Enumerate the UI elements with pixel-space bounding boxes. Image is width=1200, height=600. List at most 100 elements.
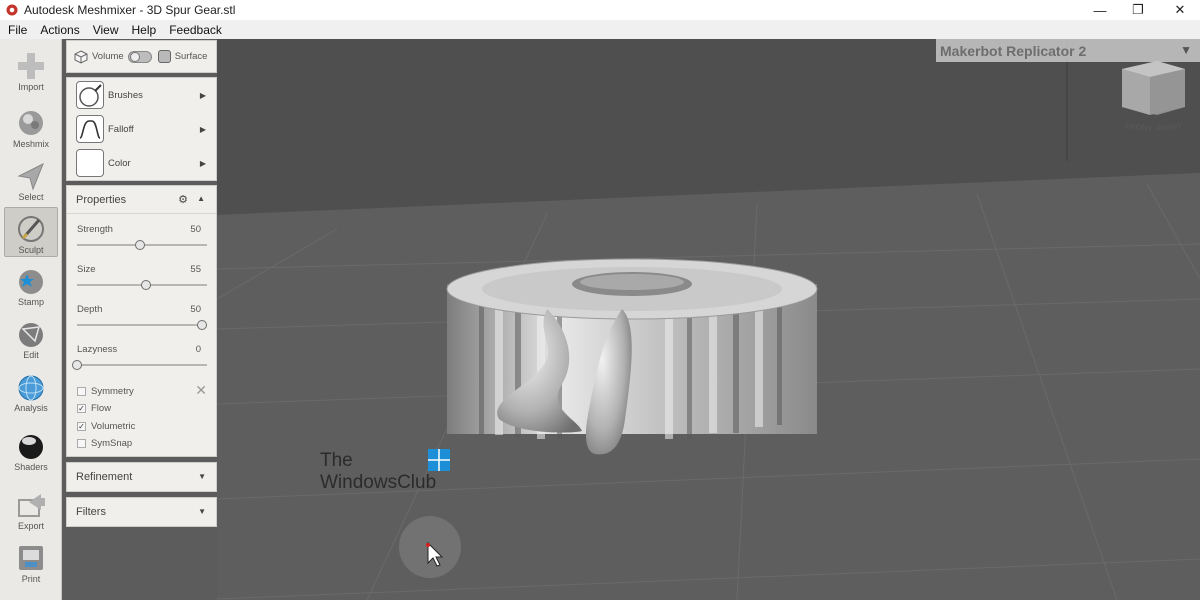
- checkbox-volumetric[interactable]: ✓ Volumetric: [77, 419, 135, 433]
- meshmixer-logo-icon: [6, 4, 18, 16]
- meshmix-button[interactable]: Meshmix: [4, 102, 58, 152]
- view-cube: [1122, 61, 1185, 115]
- chevron-down-icon: ▼: [198, 472, 206, 481]
- menu-view[interactable]: View: [93, 23, 119, 37]
- slider-value: 55: [190, 264, 201, 275]
- volume-surface-toggle[interactable]: [127, 50, 152, 63]
- checkbox-symsnap[interactable]: SymSnap: [77, 437, 132, 451]
- watermark-line1: The: [320, 450, 353, 471]
- print-button[interactable]: Print: [4, 537, 58, 587]
- filters-panel[interactable]: Filters ▼: [66, 497, 217, 527]
- printer-selector[interactable]: Makerbot Replicator 2 ▼: [936, 39, 1200, 62]
- checkbox-box[interactable]: [77, 386, 86, 396]
- slider-label: Depth: [77, 304, 103, 315]
- checkbox-label: Symmetry: [91, 385, 134, 397]
- volume-label: Volume: [92, 51, 124, 62]
- slider-track[interactable]: [77, 280, 207, 290]
- slider-track[interactable]: [72, 360, 207, 370]
- title-bar: Autodesk Meshmixer - 3D Spur Gear.stl — …: [0, 0, 1200, 20]
- watermark: The WindowsClub: [320, 450, 436, 494]
- menu-bar: File Actions View Help Feedback: [0, 20, 1200, 39]
- meshmix-icon: [19, 111, 43, 135]
- restore-button[interactable]: ❐: [1118, 0, 1158, 20]
- export-button[interactable]: Export: [4, 484, 58, 534]
- cursor-arrow-icon: [17, 162, 44, 191]
- slider-knob[interactable]: [134, 240, 145, 250]
- chevron-right-icon: ▶: [199, 90, 206, 100]
- slider-value: 0: [195, 344, 201, 355]
- watermark-line2: WindowsClub: [320, 472, 437, 493]
- export-icon: [18, 494, 45, 517]
- shaders-button[interactable]: Shaders: [4, 425, 58, 475]
- menu-help[interactable]: Help: [132, 23, 157, 37]
- gear-icon[interactable]: ⚙: [178, 193, 188, 206]
- collapse-up-icon[interactable]: ▲: [197, 194, 205, 203]
- symmetry-settings-icon[interactable]: ✕: [195, 382, 207, 399]
- 3d-viewport[interactable]: Makerbot Replicator 2 ▼ FRONT RIGHT: [217, 39, 1200, 600]
- checkbox-symmetry[interactable]: Symmetry: [77, 384, 134, 398]
- slider-knob[interactable]: [197, 320, 207, 330]
- menu-actions[interactable]: Actions: [40, 23, 79, 37]
- brush-icon: [18, 216, 44, 242]
- properties-title: Properties: [76, 194, 127, 206]
- minimize-button[interactable]: —: [1080, 0, 1120, 20]
- sculpt-button[interactable]: Sculpt: [4, 207, 58, 257]
- printer-icon: [19, 546, 43, 570]
- scene: [217, 39, 1200, 600]
- menu-file[interactable]: File: [8, 23, 27, 37]
- slider-lazyness[interactable]: Lazyness 0: [67, 342, 218, 380]
- refinement-panel[interactable]: Refinement ▼: [66, 462, 217, 492]
- chevron-right-icon: ▶: [199, 124, 206, 134]
- slider-strength[interactable]: Strength 50: [67, 222, 218, 260]
- slider-label: Lazyness: [77, 344, 118, 355]
- properties-panel: Properties ⚙ ▲ Strength 50 Size 55 Depth 50 La…: [66, 185, 217, 457]
- filters-title: Filters: [76, 506, 106, 518]
- chevron-right-icon: ▶: [199, 158, 206, 168]
- checkbox-label: SymSnap: [91, 438, 133, 449]
- slider-size[interactable]: Size 55: [67, 262, 218, 300]
- plus-icon: [18, 53, 44, 79]
- slider-label: Size: [77, 264, 96, 275]
- stamp-icon: [19, 270, 43, 294]
- color-row[interactable]: Color ▶: [67, 146, 216, 180]
- slider-label: Strength: [77, 224, 113, 235]
- import-button[interactable]: Import: [4, 45, 58, 95]
- checkbox-box[interactable]: [77, 439, 86, 448]
- falloff-row[interactable]: Falloff ▶: [67, 112, 216, 146]
- slider-depth[interactable]: Depth 50: [67, 302, 218, 340]
- select-button[interactable]: Select: [4, 155, 58, 205]
- falloff-label: Falloff: [108, 123, 134, 135]
- checkbox-label: Flow: [91, 403, 112, 414]
- checkbox-label: Volumetric: [91, 420, 136, 432]
- checkbox-flow[interactable]: ✓ Flow: [77, 402, 111, 416]
- color-label: Color: [108, 157, 131, 169]
- brushes-row[interactable]: Brushes ▶: [67, 78, 216, 112]
- chevron-down-icon: ▼: [1180, 43, 1192, 57]
- edit-sphere-icon: [19, 323, 43, 347]
- slider-value: 50: [190, 224, 201, 235]
- slider-value: 50: [190, 304, 201, 315]
- surface-label: Surface: [174, 51, 208, 62]
- stamp-button[interactable]: Stamp: [4, 260, 58, 310]
- close-button[interactable]: ✕: [1160, 0, 1200, 20]
- slider-track[interactable]: [77, 320, 207, 330]
- surface-swatch: [157, 50, 171, 63]
- windows-logo-icon: [428, 449, 450, 471]
- cube-icon: [74, 49, 88, 64]
- mode-panel: Volume Surface: [66, 40, 217, 73]
- brushes-label: Brushes: [108, 89, 143, 101]
- main-toolbar: Import Meshmix Select Sculpt Stamp Edit …: [0, 39, 62, 600]
- checkbox-box[interactable]: ✓: [77, 421, 86, 431]
- printer-name: Makerbot Replicator 2: [940, 43, 1087, 59]
- edit-button[interactable]: Edit: [4, 313, 58, 363]
- analysis-button[interactable]: Analysis: [4, 366, 58, 416]
- slider-knob[interactable]: [72, 360, 82, 370]
- window-title: Autodesk Meshmixer - 3D Spur Gear.stl: [24, 3, 236, 17]
- falloff-curve-icon: [76, 115, 104, 143]
- slider-track[interactable]: [77, 240, 207, 250]
- checkbox-box[interactable]: ✓: [77, 404, 86, 413]
- properties-header[interactable]: Properties ⚙ ▲: [67, 186, 216, 214]
- analysis-sphere-icon: [18, 375, 44, 401]
- slider-knob[interactable]: [140, 280, 151, 290]
- menu-feedback[interactable]: Feedback: [169, 23, 222, 37]
